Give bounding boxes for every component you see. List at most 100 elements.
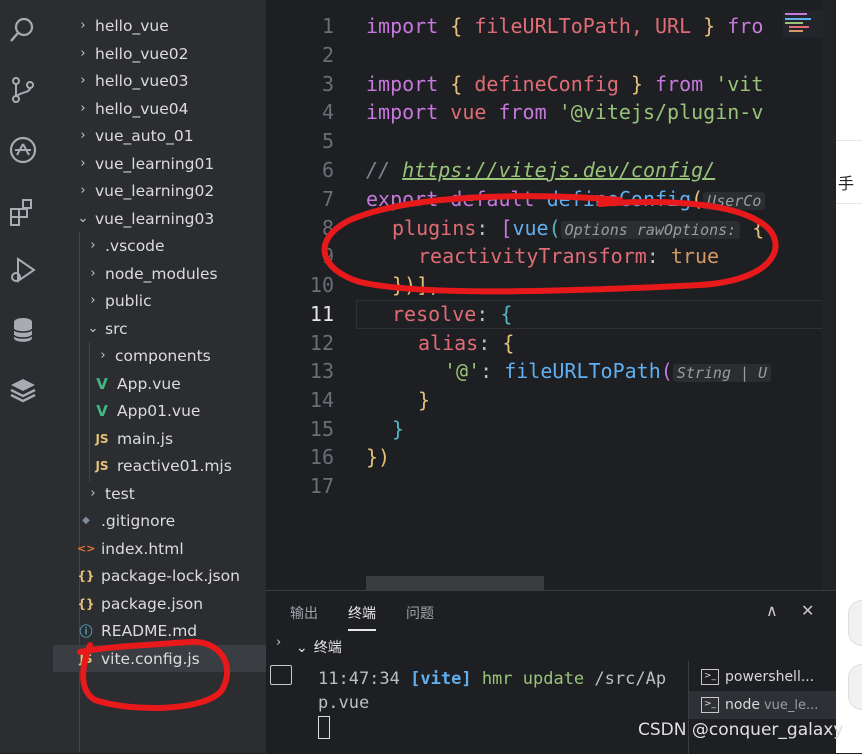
inlay-hint: UserCo (703, 192, 766, 210)
chevron-right-icon: › (100, 348, 106, 363)
terminal-output[interactable]: 11:47:34 [vite] hmr update /src/Ap p.vue (318, 667, 668, 739)
js-file-icon: JS (95, 431, 109, 446)
chevron-up-icon[interactable]: ∧ (766, 601, 778, 620)
code-token: : (478, 331, 503, 355)
code-link[interactable]: https://vitejs.dev/config/ (402, 158, 715, 182)
code-token: from (642, 72, 716, 96)
code-token: : (480, 359, 505, 383)
chevron-right-icon[interactable]: › (276, 635, 281, 650)
explorer-sidebar: › hello_vue › hello_vue02 › hello_vue03 › he… (53, 0, 266, 753)
js-file-icon: JS (95, 458, 109, 473)
json-file-icon: {} (77, 568, 95, 583)
tree-folder-vscode[interactable]: › .vscode (53, 232, 266, 259)
tree-label: vue_learning01 (95, 154, 215, 173)
floating-button[interactable] (848, 664, 862, 710)
line-number: 6 (321, 158, 334, 182)
code-token: : (646, 244, 671, 268)
tree-file-index-html[interactable]: <> index.html (53, 535, 266, 562)
tree-file-package-json[interactable]: {} package.json (53, 590, 266, 617)
tree-folder-node-modules[interactable]: › node_modules (53, 260, 266, 287)
code-editor[interactable]: 1 2 3 4 6 5 7 8 9 10 11 12 13 14 15 16 1… (266, 0, 836, 590)
tree-folder-components[interactable]: › components (53, 342, 266, 369)
tree-folder-test[interactable]: › test (53, 480, 266, 507)
terminal-tag: [vite] (410, 669, 472, 689)
chevron-right-icon: › (80, 128, 86, 143)
code-token: { (502, 331, 515, 355)
line-number: 15 (309, 417, 334, 441)
search-icon[interactable] (5, 12, 41, 48)
line-number: 14 (309, 388, 334, 412)
floating-button[interactable] (848, 600, 862, 646)
tree-file-vite-config-js[interactable]: JS vite.config.js (53, 645, 266, 672)
code-line: export default defineConfig(UserCo (366, 187, 766, 211)
code-token: import (366, 72, 439, 96)
session-label: powershell... (725, 669, 815, 685)
code-token: fileURLToPath (504, 359, 661, 383)
tree-folder-vue-auto-01[interactable]: › vue_auto_01 (53, 122, 266, 149)
code-token: })], (392, 273, 441, 297)
horizontal-scrollbar[interactable] (366, 576, 544, 590)
tree-folder-vue-learning02[interactable]: › vue_learning02 (53, 177, 266, 204)
code-token: defineConfig (462, 72, 631, 96)
tree-folder-vue-learning03[interactable]: ⌄ vue_learning03 (53, 205, 266, 232)
tree-folder-hello-vue04[interactable]: › hello_vue04 (53, 95, 266, 122)
chevron-right-icon: › (80, 101, 86, 116)
tree-folder-src[interactable]: ⌄ src (53, 315, 266, 342)
terminal-path: p.vue (318, 693, 370, 713)
tree-folder-hello-vue03[interactable]: › hello_vue03 (53, 67, 266, 94)
tree-folder-vue-learning01[interactable]: › vue_learning01 (53, 150, 266, 177)
line-number: 13 (309, 359, 334, 383)
layers-icon[interactable] (5, 372, 41, 408)
inlay-hint: String | U (672, 364, 772, 382)
tree-folder-hello-vue02[interactable]: › hello_vue02 (53, 40, 266, 67)
code-token: '@vitejs/plugin-v (558, 100, 764, 124)
minimap[interactable] (783, 10, 823, 38)
run-debug-icon[interactable] (5, 252, 41, 288)
database-icon[interactable] (5, 312, 41, 348)
tab-problems[interactable]: 问题 (406, 603, 434, 623)
terminal-session-powershell[interactable]: >_ powershell... (689, 663, 837, 691)
terminal-icon[interactable] (270, 665, 292, 685)
tab-output[interactable]: 输出 (290, 603, 318, 623)
vertical-scrollbar[interactable] (822, 0, 836, 590)
tree-file-package-lock-json[interactable]: {} package-lock.json (53, 562, 266, 589)
code-token: reactivityTransform (418, 244, 647, 268)
code-token: [ (500, 216, 513, 240)
code-token: import (366, 100, 439, 124)
code-line: plugins: [vue(Options rawOptions: { (392, 216, 764, 240)
extensions-icon[interactable] (5, 194, 41, 230)
tree-label: test (105, 484, 135, 503)
tree-file-app01-vue[interactable]: V App01.vue (53, 397, 266, 424)
tree-folder-hello-vue[interactable]: › hello_vue (53, 12, 266, 39)
code-line: import { fileURLToPath, URL } fro (366, 14, 763, 38)
tree-file-reactive01-mjs[interactable]: JS reactive01.mjs (53, 452, 266, 479)
tab-terminal[interactable]: 终端 (348, 603, 376, 631)
tree-label: vue_auto_01 (95, 126, 194, 145)
tree-file-readme-md[interactable]: ⓘ README.md (53, 617, 266, 644)
code-token: plugins (392, 216, 477, 240)
line-number: 11 (309, 302, 334, 326)
line-number: 12 (309, 331, 334, 355)
tree-label: vue_learning03 (95, 209, 215, 228)
tree-label: reactive01.mjs (117, 456, 232, 475)
tree-file-main-js[interactable]: JS main.js (53, 425, 266, 452)
chevron-right-icon: › (80, 73, 86, 88)
line-number: 16 (309, 445, 334, 469)
code-token: }) (366, 445, 391, 469)
tree-folder-public[interactable]: › public (53, 287, 266, 314)
git-file-icon: ◆ (82, 515, 90, 526)
extension-icon[interactable] (5, 132, 41, 168)
tree-file-app-vue[interactable]: V App.vue (53, 370, 266, 397)
terminal-section-header[interactable]: ⌄ 终端 (296, 637, 342, 657)
line-number: 5 (321, 129, 334, 153)
close-icon[interactable]: ✕ (801, 601, 814, 620)
code-token: vue (438, 100, 499, 124)
source-control-icon[interactable] (5, 72, 41, 108)
terminal-cursor (318, 715, 330, 739)
code-token: fileURLToPath, URL (462, 14, 704, 38)
code-token: } (392, 417, 405, 441)
code-line: })], (392, 273, 440, 297)
tree-file-gitignore[interactable]: ◆ .gitignore (53, 507, 266, 534)
terminal-session-node[interactable]: >_ node vue_le... (689, 691, 837, 719)
line-number: 1 (321, 14, 334, 38)
